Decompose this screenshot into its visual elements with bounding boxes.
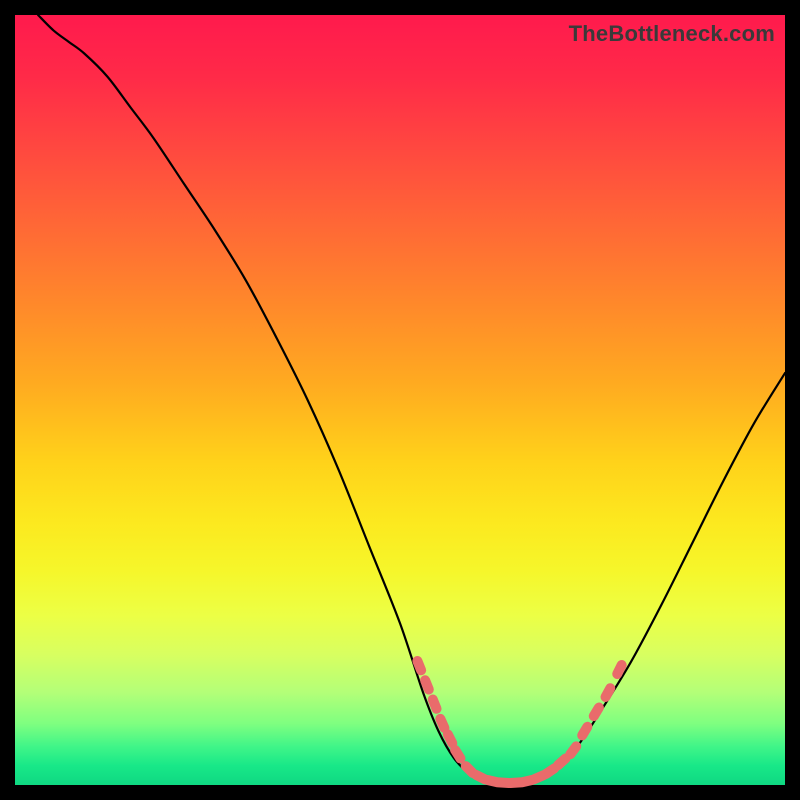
curve-marker <box>575 720 594 742</box>
marker-group <box>411 655 629 789</box>
plot-area: TheBottleneck.com <box>15 15 785 785</box>
curve-svg <box>15 15 785 785</box>
curve-marker <box>587 701 606 723</box>
curve-marker <box>426 693 443 715</box>
chart-stage: TheBottleneck.com <box>0 0 800 800</box>
bottleneck-curve <box>38 15 785 784</box>
curve-marker <box>599 681 617 703</box>
